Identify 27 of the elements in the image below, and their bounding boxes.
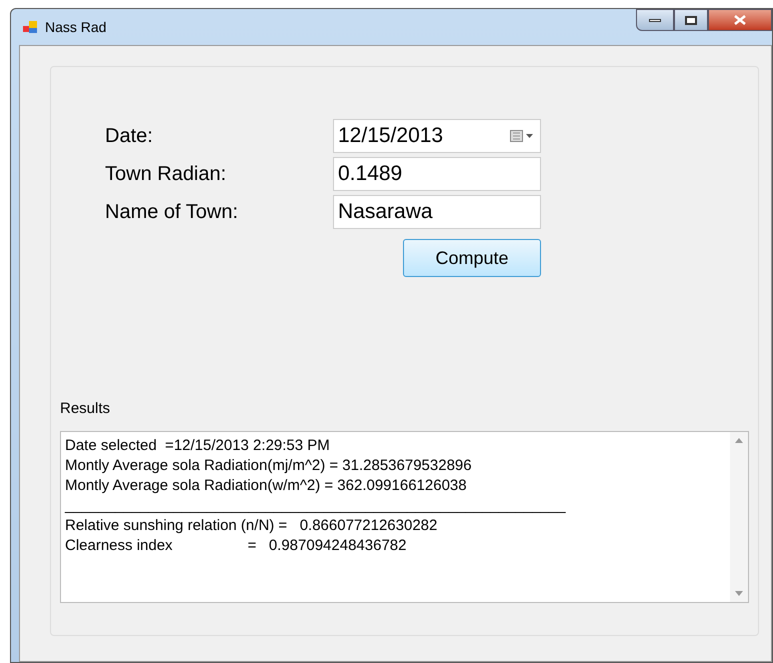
window-title: Nass Rad <box>45 18 106 36</box>
calendar-dropdown-icon[interactable] <box>510 130 536 142</box>
date-picker[interactable]: 12/15/2013 <box>333 119 541 153</box>
close-icon <box>734 15 746 25</box>
results-textbox[interactable] <box>60 430 749 602</box>
close-button[interactable] <box>708 9 772 31</box>
text-field[interactable]: 0.1489 <box>333 157 541 191</box>
result-line: Relative sunshing relation (n/N) = 0.866077212630282 <box>65 516 438 536</box>
result-line: Montly Average sola Radiation(w/m^2) = 362.099166126038 <box>65 476 467 496</box>
maximize-icon <box>685 16 697 24</box>
scroll-up-icon[interactable] <box>735 438 743 442</box>
minimize-button[interactable] <box>636 9 674 31</box>
field-label: Date: <box>105 124 154 149</box>
text-field[interactable]: Nasarawa <box>333 195 541 229</box>
minimize-icon <box>649 18 661 22</box>
result-line: Montly Average sola Radiation(mj/m^2) = 31.2853679532896 <box>65 456 472 476</box>
app-icon <box>23 21 37 33</box>
field-label: Town Radian: <box>105 162 228 187</box>
results-label: Results <box>60 399 112 419</box>
result-line: Date selected =12/15/2013 2:29:53 PM <box>65 436 330 456</box>
maximize-button[interactable] <box>674 9 708 31</box>
compute-button[interactable]: Compute <box>403 239 541 277</box>
result-line: Clearness index = 0.987094248436782 <box>65 536 406 556</box>
result-line: ____________________________________________________________ <box>65 496 566 516</box>
scroll-down-icon[interactable] <box>735 590 743 596</box>
field-label: Name of Town: <box>105 200 240 225</box>
scrollbar[interactable] <box>730 432 748 602</box>
